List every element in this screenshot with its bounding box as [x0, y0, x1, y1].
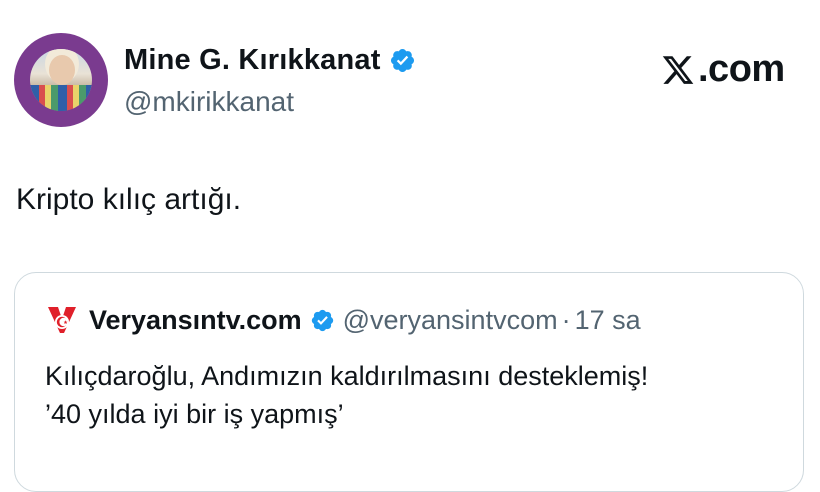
tweet-text: Kripto kılıç artığı. — [16, 183, 242, 216]
quoted-handle[interactable]: @veryansintvcom — [343, 305, 558, 336]
quoted-tweet-header: Veryansıntv.com @veryansintvcom · 17 sa — [45, 303, 641, 337]
tweet-card: Mine G. Kırıkkanat @mkirikkanat .com Kri… — [0, 0, 820, 492]
author-avatar[interactable] — [14, 33, 108, 127]
x-logo-icon — [662, 55, 694, 84]
avatar-face — [49, 55, 75, 85]
author-handle[interactable]: @mkirikkanat — [124, 86, 294, 118]
x-brand: .com — [660, 48, 785, 91]
avatar-photo — [30, 49, 92, 111]
quoted-display-name[interactable]: Veryansıntv.com — [89, 305, 302, 336]
brand-label: .com — [698, 48, 785, 90]
quoted-text-line-2: ’40 yılda iyi bir iş yapmış’ — [45, 399, 344, 429]
meta-separator: · — [561, 304, 571, 335]
avatar-books — [30, 85, 92, 111]
quoted-tweet[interactable]: Veryansıntv.com @veryansintvcom · 17 sa … — [14, 272, 804, 492]
verified-badge-icon — [390, 48, 414, 73]
veryansin-logo-icon — [48, 307, 76, 333]
verified-badge-icon — [311, 309, 333, 331]
author-display-name[interactable]: Mine G. Kırıkkanat — [124, 44, 416, 77]
quoted-text-line-1: Kılıçdaroğlu, Andımızın kaldırılmasını d… — [45, 361, 649, 391]
quoted-timestamp[interactable]: 17 sa — [575, 305, 641, 336]
author-name-text: Mine G. Kırıkkanat — [124, 44, 381, 76]
